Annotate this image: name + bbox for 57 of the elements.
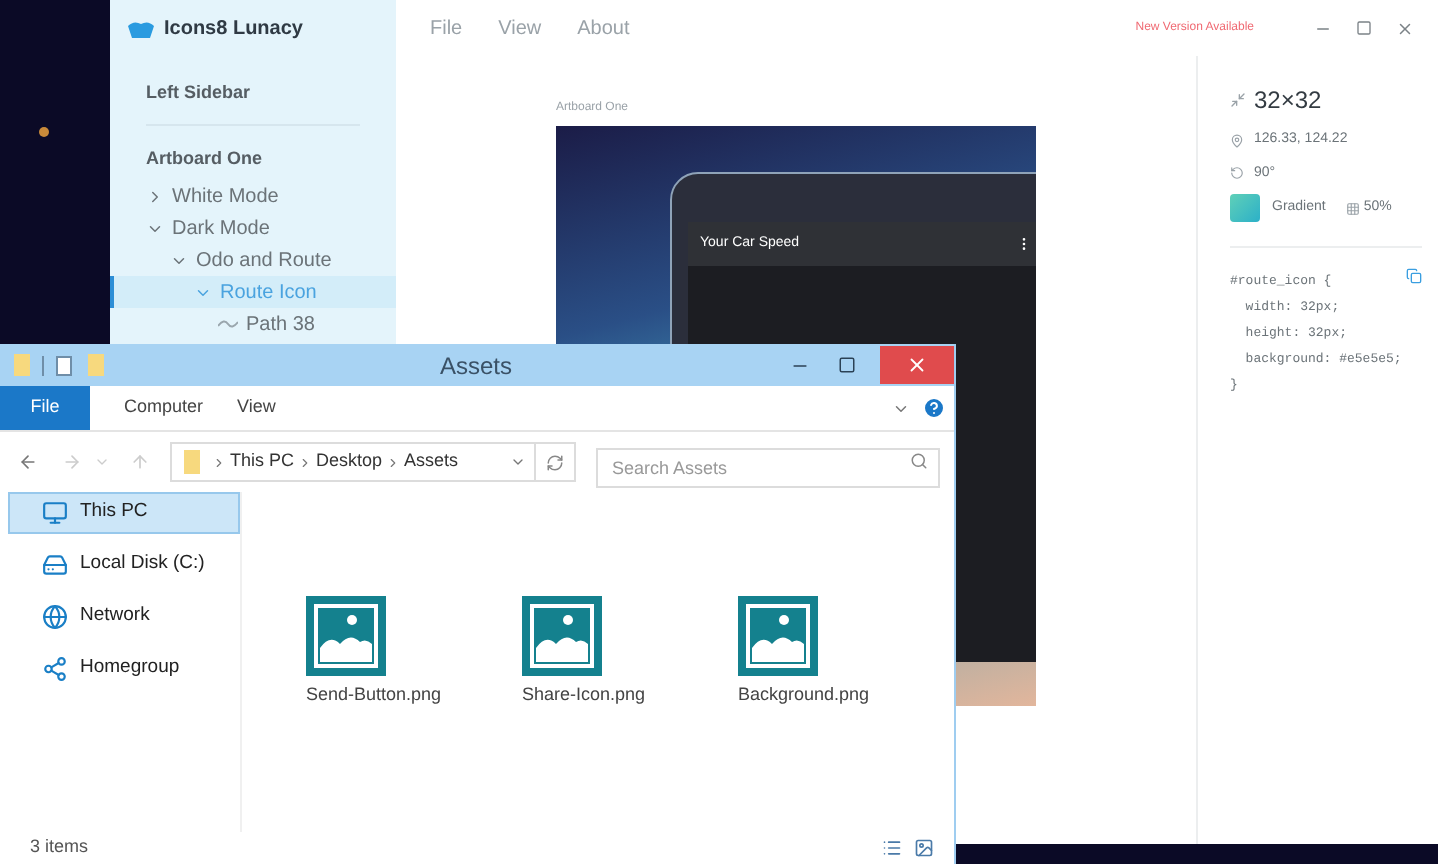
help-icon[interactable] <box>922 396 946 420</box>
selection-marker <box>110 276 114 308</box>
separator-icon <box>212 455 226 469</box>
chevron-right-icon[interactable] <box>146 187 164 205</box>
file-menu-button[interactable]: File <box>0 386 90 430</box>
nav-item[interactable]: Local Disk (C:) <box>8 544 240 586</box>
nav-item[interactable]: This PC <box>8 492 240 534</box>
image-file-icon[interactable] <box>522 596 602 676</box>
gradient-swatch[interactable] <box>1230 194 1260 222</box>
nav-item[interactable]: Network <box>8 596 240 638</box>
file-name[interactable]: Send-Button.png <box>306 682 442 709</box>
opacity-icon <box>1345 201 1360 215</box>
details-view-icon[interactable] <box>882 838 902 858</box>
close-icon[interactable] <box>1396 19 1414 37</box>
sidebar-heading: Left Sidebar <box>146 80 360 125</box>
breadcrumb-item[interactable]: Desktop <box>316 448 383 476</box>
file-name[interactable]: Background.png <box>738 682 870 709</box>
resize-icon <box>1230 92 1246 108</box>
breadcrumb-item[interactable]: This PC <box>230 448 295 476</box>
layer-item[interactable]: Dark Mode <box>110 212 396 244</box>
pin-icon <box>1230 133 1244 148</box>
nav-item[interactable]: Homegroup <box>8 648 240 690</box>
app-title: Icons8 Lunacy <box>164 15 303 43</box>
window-title: Assets <box>440 349 513 383</box>
item-count: 3 items <box>30 834 89 861</box>
refresh-icon[interactable] <box>546 453 564 471</box>
back-icon[interactable] <box>18 452 38 472</box>
close-button[interactable] <box>880 346 954 384</box>
copy-icon[interactable] <box>1406 268 1422 284</box>
address-bar[interactable]: This PC Desktop Assets <box>170 442 576 482</box>
ribbon-tab[interactable]: Computer <box>124 394 204 422</box>
path-icon <box>218 318 238 330</box>
rotate-icon <box>1230 166 1244 181</box>
search-field[interactable]: Search Assets <box>596 448 940 488</box>
image-file-icon[interactable] <box>306 596 386 676</box>
artboard-title: Artboard One <box>144 145 265 171</box>
folder-icon <box>184 450 200 474</box>
properties-icon[interactable] <box>56 355 72 375</box>
ribbon-tab[interactable]: View <box>237 394 276 422</box>
size-value: 32×32 <box>1254 84 1322 118</box>
homegroup-icon <box>42 656 68 682</box>
image-file-icon[interactable] <box>738 596 818 676</box>
separator-icon <box>298 455 313 469</box>
maximize-icon[interactable] <box>838 356 856 374</box>
file-name[interactable]: Share-Icon.png <box>522 682 646 709</box>
close-icon <box>906 354 928 376</box>
layer-item[interactable]: White Mode <box>110 180 396 212</box>
computer-icon <box>42 500 68 526</box>
app-logo-icon <box>128 19 154 37</box>
layer-item[interactable]: Odo and Route <box>110 244 396 276</box>
search-icon <box>910 452 928 470</box>
layer-item[interactable]: Path 38 <box>110 308 396 340</box>
separator-icon <box>386 455 401 469</box>
large-icons-view-icon[interactable] <box>914 838 934 858</box>
chevron-down-icon[interactable] <box>510 454 526 470</box>
breadcrumb-item[interactable]: Assets <box>404 448 459 476</box>
globe-icon <box>42 604 68 630</box>
